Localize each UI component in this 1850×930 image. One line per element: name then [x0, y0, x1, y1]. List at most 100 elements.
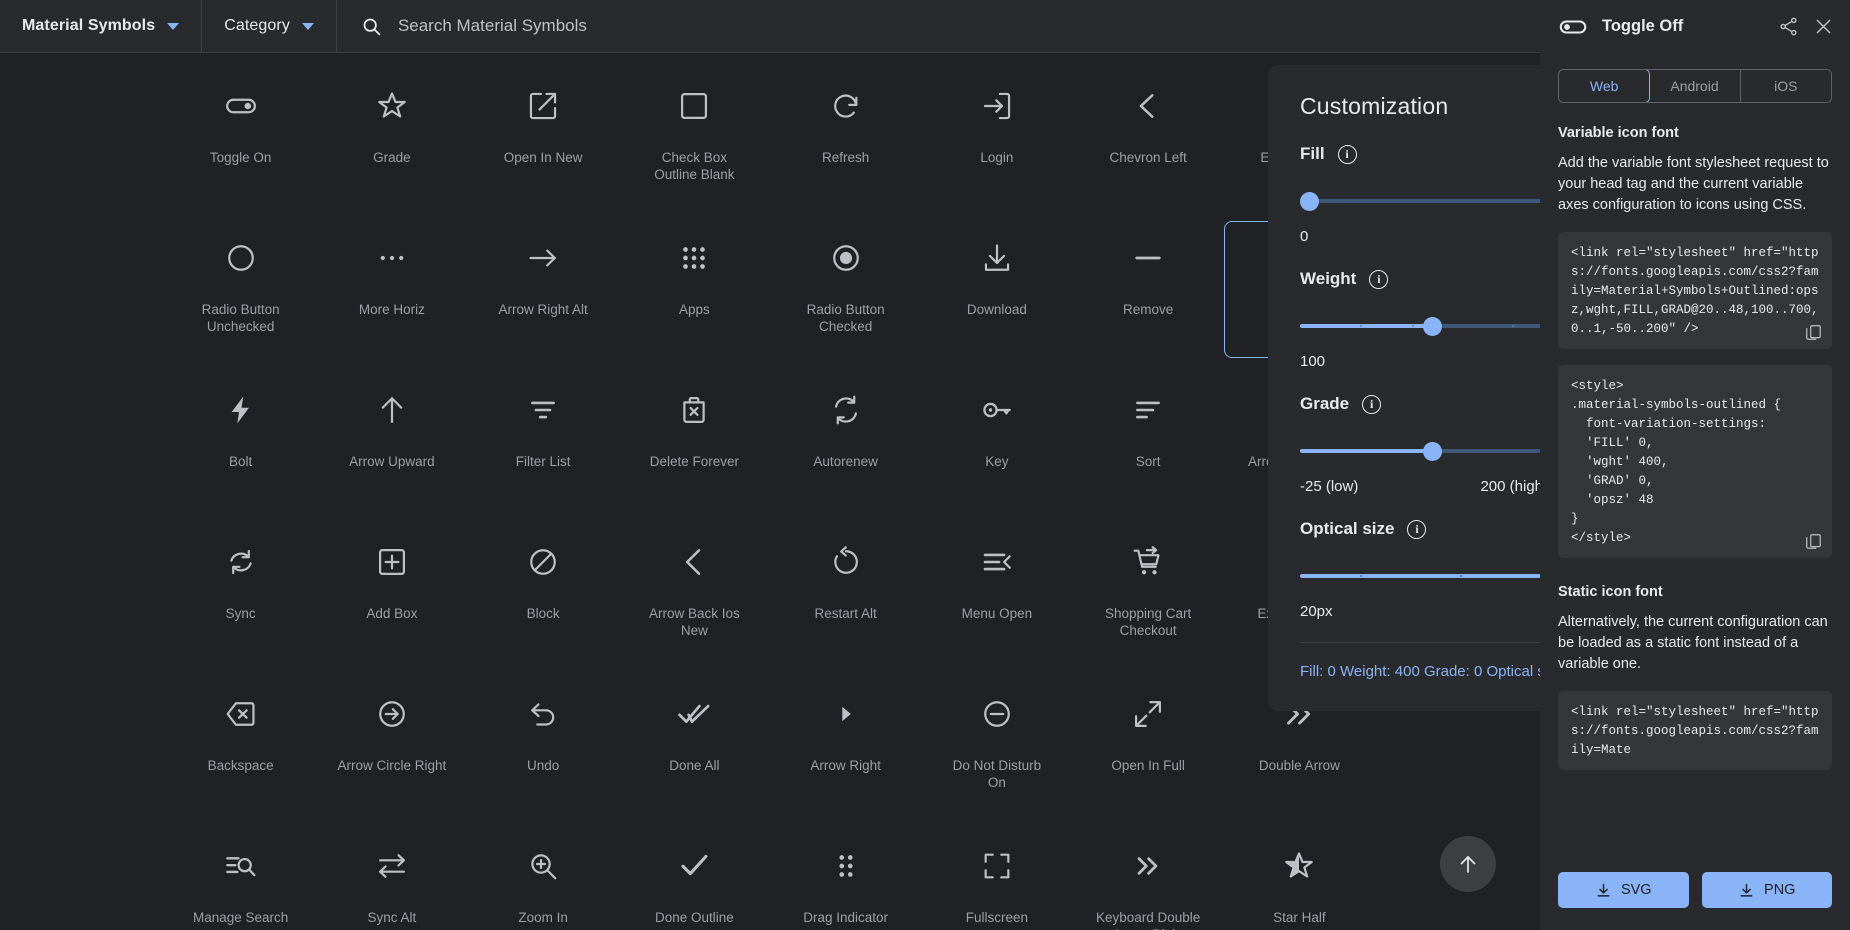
icon-cell[interactable]: Toggle On	[165, 63, 316, 215]
icon-cell[interactable]: Add Box	[316, 519, 467, 671]
copy-icon[interactable]	[1804, 532, 1823, 551]
share-icon[interactable]	[1778, 16, 1799, 37]
download-png-button[interactable]: PNG	[1701, 872, 1832, 908]
icon-cell[interactable]: Arrow Upward	[316, 367, 467, 519]
icon-cell[interactable]: Refresh	[770, 63, 921, 215]
top-bar: Material Symbols Category Search Materia…	[0, 0, 1540, 53]
icon-cell[interactable]: Restart Alt	[770, 519, 921, 671]
slider-thumb[interactable]	[1423, 442, 1442, 461]
customization-summary[interactable]: Fill: 0 Weight: 400 Grade: 0 Optical siz…	[1300, 663, 1568, 680]
icon-cell[interactable]: Download	[921, 215, 1072, 367]
icon-label: Sort	[1135, 454, 1161, 469]
icon-cell[interactable]: Arrow Right Alt	[468, 215, 619, 367]
icon-cell[interactable]: Arrow Circle Right	[316, 671, 467, 823]
icon-cell[interactable]: Do Not Disturb On	[921, 671, 1072, 823]
icon-cell[interactable]: Drag Indicator	[770, 823, 921, 930]
icon-cell[interactable]: Done All	[619, 671, 770, 823]
slider-tick	[1360, 575, 1362, 577]
icon-cell[interactable]: Undo	[468, 671, 619, 823]
code-block-variable-style[interactable]: <style> .material-symbols-outlined { fon…	[1558, 365, 1832, 558]
icon-cell[interactable]: Open In New	[468, 63, 619, 215]
grade-slider[interactable]	[1300, 438, 1568, 464]
backspace-icon	[224, 685, 258, 743]
icon-cell[interactable]: Radio Button Unchecked	[165, 215, 316, 367]
manage-search-icon	[224, 837, 258, 895]
icon-label: Arrow Circle Right	[337, 758, 447, 773]
divider	[1300, 642, 1550, 643]
info-icon[interactable]: i	[1369, 269, 1389, 289]
info-icon[interactable]: i	[1407, 519, 1427, 539]
download-svg-button[interactable]: SVG	[1558, 872, 1689, 908]
weight-slider[interactable]	[1300, 313, 1568, 339]
fullscreen-icon	[980, 837, 1014, 895]
icon-label: Login	[980, 150, 1014, 165]
chevron-down-icon	[167, 22, 180, 30]
icon-cell[interactable]: Autorenew	[770, 367, 921, 519]
icon-cell[interactable]: Manage Search	[165, 823, 316, 930]
icon-cell[interactable]: Filter List	[468, 367, 619, 519]
icon-cell[interactable]: Remove	[1073, 215, 1224, 367]
slider-thumb[interactable]	[1423, 317, 1442, 336]
filter-list-icon	[526, 381, 560, 439]
weight-value: 100	[1300, 353, 1326, 370]
download-icon	[1595, 882, 1612, 899]
icon-cell[interactable]: Arrow Right	[770, 671, 921, 823]
family-selector[interactable]: Material Symbols	[0, 0, 203, 53]
scroll-to-top-button[interactable]	[1440, 836, 1496, 892]
code-block-variable-link[interactable]: <link rel="stylesheet" href="https://fon…	[1558, 232, 1832, 349]
icon-label: Chevron Left	[1109, 150, 1187, 165]
icon-cell[interactable]: Grade	[316, 63, 467, 215]
close-icon[interactable]	[1813, 16, 1834, 37]
icon-label: Manage Search	[192, 910, 289, 925]
icon-cell[interactable]: Bolt	[165, 367, 316, 519]
optical-size-label: Optical size	[1300, 519, 1395, 538]
icon-cell[interactable]: More Horiz	[316, 215, 467, 367]
icon-cell[interactable]: Chevron Left	[1073, 63, 1224, 215]
optical-size-slider[interactable]	[1300, 563, 1568, 589]
sort-icon	[1131, 381, 1165, 439]
fill-slider[interactable]	[1300, 188, 1568, 214]
tab-web[interactable]: Web	[1559, 70, 1651, 102]
icon-label: Key	[985, 454, 1009, 469]
icon-cell[interactable]: Check Box Outline Blank	[619, 63, 770, 215]
arrow-right-icon	[829, 685, 863, 743]
tab-android[interactable]: Android	[1649, 70, 1741, 102]
grade-control-label: Grade i	[1300, 394, 1568, 414]
icon-label: Shopping Cart Checkout	[1104, 606, 1192, 638]
icon-cell[interactable]: Fullscreen	[921, 823, 1072, 930]
icon-cell[interactable]: Open In Full	[1073, 671, 1224, 823]
icon-cell[interactable]: Login	[921, 63, 1072, 215]
code-block-static-link[interactable]: <link rel="stylesheet" href="https://fon…	[1558, 691, 1832, 770]
zoom-in-icon	[526, 837, 560, 895]
icon-cell[interactable]: Block	[468, 519, 619, 671]
icon-cell[interactable]: Sync	[165, 519, 316, 671]
icon-cell[interactable]: Star Half	[1224, 823, 1375, 930]
category-selector[interactable]: Category	[202, 0, 337, 53]
icon-cell[interactable]: Menu Open	[921, 519, 1072, 671]
search-input[interactable]: Search Material Symbols	[337, 0, 1540, 53]
icon-cell[interactable]: Apps	[619, 215, 770, 367]
copy-icon[interactable]	[1804, 323, 1823, 342]
icon-label: Block	[526, 606, 560, 621]
icon-cell[interactable]: Keyboard Double Arrow Right	[1073, 823, 1224, 930]
optical-size-value: 20px	[1300, 603, 1333, 620]
info-icon[interactable]: i	[1362, 394, 1382, 414]
icon-label: Backspace	[207, 758, 274, 773]
tab-ios[interactable]: iOS	[1741, 70, 1831, 102]
keyboard-double-arrow-right-icon	[1131, 837, 1165, 895]
code-text: <style> .material-symbols-outlined { fon…	[1571, 379, 1782, 545]
icon-cell[interactable]: Backspace	[165, 671, 316, 823]
shopping-cart-checkout-icon	[1131, 533, 1165, 591]
icon-cell[interactable]: Key	[921, 367, 1072, 519]
icon-cell[interactable]: Zoom In	[468, 823, 619, 930]
info-icon[interactable]: i	[1337, 144, 1357, 164]
slider-thumb[interactable]	[1300, 192, 1319, 211]
icon-cell[interactable]: Delete Forever	[619, 367, 770, 519]
icon-cell[interactable]: Radio Button Checked	[770, 215, 921, 367]
icon-cell[interactable]: Sync Alt	[316, 823, 467, 930]
sync-icon	[224, 533, 258, 591]
icon-cell[interactable]: Arrow Back Ios New	[619, 519, 770, 671]
icon-cell[interactable]: Shopping Cart Checkout	[1073, 519, 1224, 671]
icon-cell[interactable]: Done Outline	[619, 823, 770, 930]
icon-cell[interactable]: Sort	[1073, 367, 1224, 519]
